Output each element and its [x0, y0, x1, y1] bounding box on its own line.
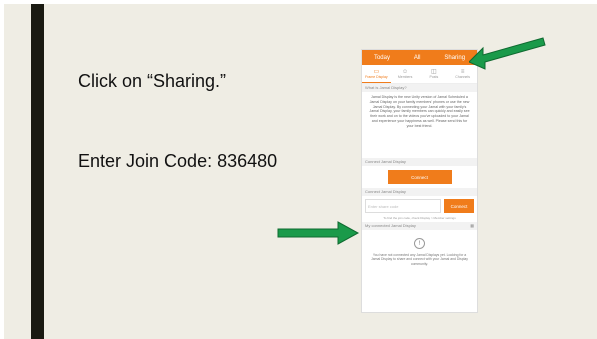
connect-button[interactable]: Connect: [387, 170, 452, 184]
section-header-join: Connect Jamal Display: [362, 188, 477, 196]
section-header-what: What is Jamal Display?: [362, 84, 477, 92]
icon-tab-row: ▭ Frame Display ☺ Members ◫ Posts ≡ Chan…: [362, 65, 477, 84]
empty-state-text: You have not connected any Jamal Display…: [371, 253, 468, 266]
instruction-join-code: Enter Join Code: 836480: [78, 151, 278, 171]
tab-today[interactable]: Today: [374, 55, 390, 61]
info-icon: !: [414, 238, 425, 249]
grid-icon[interactable]: ▦: [470, 222, 474, 230]
icon-tab-frame-display[interactable]: ▭ Frame Display: [362, 65, 391, 83]
description-text: Jamal Display is the new Unity version o…: [369, 95, 470, 128]
join-code-input[interactable]: Enter share code: [365, 199, 441, 213]
section-header-connect: Connect Jamal Display: [362, 158, 477, 166]
icon-tab-posts[interactable]: ◫ Posts: [420, 65, 449, 83]
arrow-to-join-input-icon: [277, 221, 360, 245]
empty-state: ! You have not connected any Jamal Displ…: [362, 230, 477, 270]
section-header-connected: My connected Jamal Display ▦: [362, 222, 477, 230]
instruction-sharing: Click on “Sharing.”: [78, 71, 227, 91]
icon-tab-members[interactable]: ☺ Members: [391, 65, 420, 83]
top-tab-bar: Today All Sharing: [362, 50, 477, 65]
tab-all[interactable]: All: [414, 55, 421, 61]
join-code-row: Enter share code Connect: [362, 196, 477, 216]
join-submit-button[interactable]: Connect: [444, 199, 474, 213]
slide: Click on “Sharing.” Enter Join Code: 836…: [4, 4, 597, 339]
tab-sharing[interactable]: Sharing: [444, 55, 465, 61]
connect-button-wrap: Connect: [362, 166, 477, 188]
arrow-to-sharing-icon: [469, 37, 546, 70]
slide-accent-bar: [31, 4, 44, 339]
phone-screenshot: Today All Sharing ▭ Frame Display ☺ Memb…: [361, 49, 478, 313]
